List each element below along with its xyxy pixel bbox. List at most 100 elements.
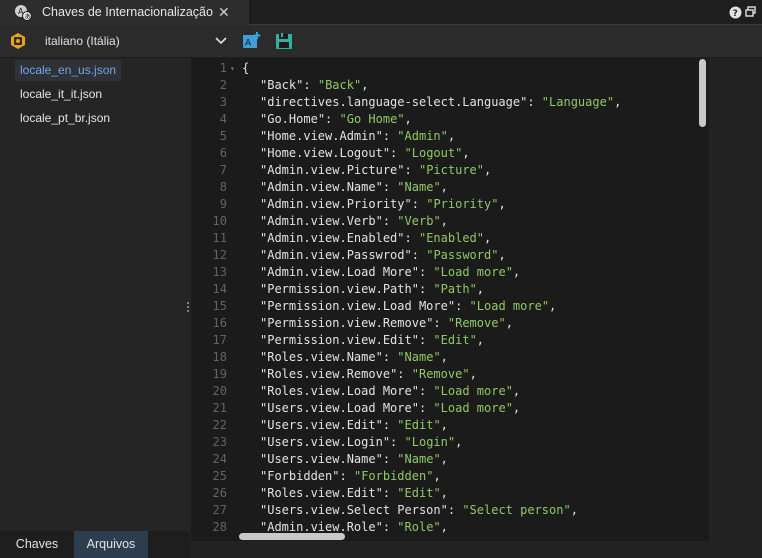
- json-entry: "Users.view.Name": "Name",: [260, 452, 448, 466]
- json-value-text: Path: [440, 282, 470, 296]
- tab-title: Chaves de Internacionalização: [42, 5, 213, 19]
- line-number: 23: [212, 435, 227, 449]
- chevron-down-icon: [215, 37, 227, 45]
- json-key: Roles.view.Load More: [267, 384, 412, 398]
- json-value: "Edit": [433, 333, 477, 347]
- code-line: 21 "Users.view.Load More": "Load more",: [191, 400, 709, 417]
- json-editor[interactable]: 1 ▾ {2 "Back": "Back", 3 "directives.language…: [191, 58, 762, 558]
- code-area[interactable]: 1 ▾ {2 "Back": "Back", 3 "directives.language…: [191, 58, 709, 541]
- code-line: 1 ▾ {: [191, 60, 709, 77]
- json-value-text: Verb: [404, 214, 434, 228]
- code-line: 10 "Admin.view.Verb": "Verb",: [191, 213, 709, 230]
- code-line: 9 "Admin.view.Priority": "Priority",: [191, 196, 709, 213]
- json-entry: "Roles.view.Load More": "Load more",: [260, 384, 521, 398]
- json-entry: "Admin.view.Verb": "Verb",: [260, 214, 448, 228]
- save-icon[interactable]: [274, 31, 294, 51]
- json-value-text: Remove: [418, 367, 463, 381]
- json-key: Home.view.Logout: [267, 146, 383, 160]
- tab-i18n-keys[interactable]: A あ Chaves de Internacionalização ✕: [0, 0, 249, 25]
- json-key: Roles.view.Edit: [267, 486, 376, 500]
- fold-icon[interactable]: ▾: [230, 60, 235, 77]
- json-value: "Load more": [433, 384, 513, 398]
- line-number: 8: [219, 180, 227, 194]
- vertical-scrollbar[interactable]: [699, 59, 706, 127]
- json-value-text: Go Home: [346, 112, 398, 126]
- toolbar: italiano (Itália) A: [0, 25, 762, 58]
- tab-bar: A あ Chaves de Internacionalização ✕ ?: [0, 0, 762, 25]
- json-entry: "Users.view.Edit": "Edit",: [260, 418, 448, 432]
- json-value-text: Name: [404, 452, 434, 466]
- line-number: 28: [212, 520, 227, 534]
- code-line: 27 "Users.view.Select Person": "Select pe…: [191, 502, 709, 519]
- line-number: 25: [212, 469, 227, 483]
- file-item-locale-it-it[interactable]: locale_it_it.json: [15, 84, 107, 105]
- json-key: Home.view.Admin: [267, 129, 376, 143]
- line-number: 11: [212, 231, 227, 245]
- line-number: 22: [212, 418, 227, 432]
- json-entry: "Permission.view.Path": "Path",: [260, 282, 485, 296]
- line-number: 9: [219, 197, 227, 211]
- json-key: Admin.view.Load More: [267, 265, 412, 279]
- language-select[interactable]: italiano (Itália): [35, 29, 234, 54]
- code-line: 17 "Permission.view.Edit": "Edit",: [191, 332, 709, 349]
- file-item-locale-pt-br[interactable]: locale_pt_br.json: [15, 108, 115, 129]
- json-value-text: Password: [433, 248, 492, 262]
- code-line: 26 "Roles.view.Edit": "Edit",: [191, 485, 709, 502]
- line-number: 6: [219, 146, 227, 160]
- json-value: "Logout": [404, 146, 463, 160]
- file-item-locale-en-us[interactable]: locale_en_us.json: [15, 60, 122, 81]
- locale-icon: [11, 33, 25, 49]
- json-entry: "Home.view.Logout": "Logout",: [260, 146, 470, 160]
- json-key: Users.view.Name: [267, 452, 376, 466]
- code-line: 20 "Roles.view.Load More": "Load more",: [191, 383, 709, 400]
- svg-text:あ: あ: [25, 14, 31, 21]
- json-key: Go.Home: [267, 112, 318, 126]
- horizontal-scrollbar[interactable]: [239, 533, 345, 540]
- json-value-text: Back: [325, 78, 354, 92]
- json-value-text: Edit: [404, 486, 434, 500]
- json-value-text: Edit: [440, 333, 470, 347]
- json-entry: "Back": "Back",: [260, 78, 369, 92]
- app-window: A あ Chaves de Internacionalização ✕ ? it…: [0, 0, 762, 558]
- code-line: 4 "Go.Home": "Go Home",: [191, 111, 709, 128]
- json-value: "Remove": [447, 316, 506, 330]
- json-value: "Select person": [462, 503, 571, 517]
- tab-keys[interactable]: Chaves: [0, 531, 74, 558]
- svg-text:A: A: [245, 39, 252, 49]
- line-number: 13: [212, 265, 227, 279]
- json-value: "Priority": [426, 197, 499, 211]
- json-value-text: Select person: [469, 503, 564, 517]
- json-value-text: Enabled: [426, 231, 477, 245]
- json-key: Permission.view.Remove: [267, 316, 427, 330]
- json-value: "Language": [541, 95, 615, 109]
- json-value-text: Load more: [440, 384, 506, 398]
- json-entry: "Admin.view.Enabled": "Enabled",: [260, 231, 492, 245]
- json-entry: "Users.view.Select Person": "Select pers…: [260, 503, 578, 517]
- json-entry: "Admin.view.Passwrod": "Password",: [260, 248, 506, 262]
- json-value-text: Forbidden: [361, 469, 427, 483]
- line-number: 17: [212, 333, 227, 347]
- line-number: 10: [212, 214, 227, 228]
- json-entry: "Admin.view.Picture": "Picture",: [260, 163, 492, 177]
- line-number: 5: [219, 129, 227, 143]
- add-key-icon[interactable]: A: [242, 31, 262, 51]
- json-key: Admin.view.Picture: [267, 163, 398, 177]
- json-key: Admin.view.Role: [267, 520, 376, 534]
- json-key: Admin.view.Enabled: [267, 231, 398, 245]
- line-number: 3: [219, 95, 227, 109]
- code-line: 24 "Users.view.Name": "Name",: [191, 451, 709, 468]
- json-key: Admin.view.Priority: [267, 197, 405, 211]
- restore-window-icon[interactable]: [745, 6, 756, 17]
- tab-files[interactable]: Arquivos: [74, 531, 148, 558]
- json-value-text: Name: [404, 180, 434, 194]
- close-icon[interactable]: ✕: [218, 4, 230, 20]
- json-value-text: Edit: [404, 418, 434, 432]
- help-icon[interactable]: ?: [729, 6, 742, 19]
- line-number: 18: [212, 350, 227, 364]
- json-value: "Load more": [433, 265, 513, 279]
- json-value-text: Role: [404, 520, 434, 534]
- json-value: "Name": [397, 180, 441, 194]
- json-key: Users.view.Load More: [267, 401, 412, 415]
- code-line: 6 "Home.view.Logout": "Logout",: [191, 145, 709, 162]
- line-number: 20: [212, 384, 227, 398]
